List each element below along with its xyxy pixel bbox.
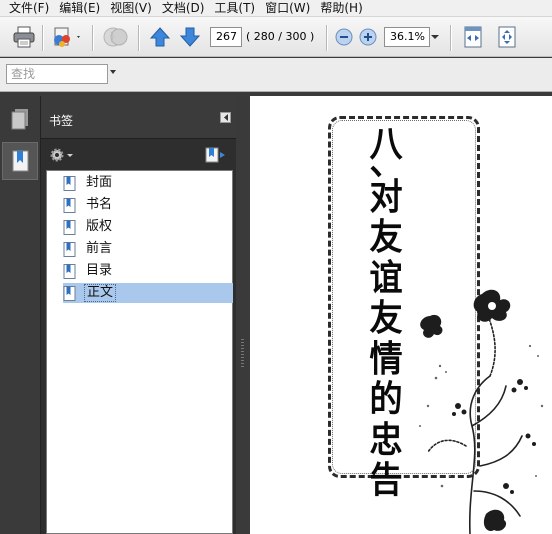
zoom-level-input[interactable]: 36.1% — [384, 27, 430, 47]
title-char: 谊 — [369, 256, 403, 299]
main-toolbar: 267 ( 280 / 300 ) 36.1% — [0, 17, 552, 57]
menu-window[interactable]: 窗口(W) — [260, 0, 315, 16]
bookmark-label: 前言 — [86, 241, 113, 256]
navigation-strip — [0, 92, 40, 534]
menu-edit[interactable]: 编辑(E) — [54, 0, 105, 16]
bookmarks-panel-button[interactable] — [2, 142, 38, 180]
find-bar: 查找 — [0, 58, 552, 92]
next-page-button[interactable] — [178, 25, 202, 49]
bookmark-icon — [63, 219, 76, 235]
arrow-up-icon — [149, 27, 171, 47]
title-char: 情 — [369, 337, 403, 380]
chapter-title: 八 、 对 友 谊 友 情 的 忠 告 — [356, 124, 416, 501]
bookmark-item[interactable]: 版权 — [63, 217, 114, 237]
bookmark-expand-icon — [205, 147, 225, 163]
bookmark-icon — [63, 263, 76, 279]
menu-help[interactable]: 帮助(H) — [315, 0, 367, 16]
bookmark-label: 书名 — [86, 197, 113, 212]
title-char: 友 — [369, 216, 403, 258]
toolbar-separator — [326, 25, 327, 51]
chevron-down-icon — [431, 35, 439, 39]
title-char: 的 — [369, 378, 403, 420]
bookmark-item[interactable]: 前言 — [63, 239, 114, 259]
zoom-in-icon — [359, 28, 377, 46]
title-char: 友 — [369, 297, 403, 339]
find-input[interactable]: 查找 — [6, 64, 108, 84]
zoom-out-icon — [335, 28, 353, 46]
bookmark-icon — [63, 285, 76, 301]
menu-document[interactable]: 文档(D) — [157, 0, 210, 16]
bookmark-item[interactable]: 书名 — [63, 195, 114, 215]
menu-tools[interactable]: 工具(T) — [209, 0, 260, 16]
full-screen-icon — [498, 26, 516, 48]
panel-splitter[interactable] — [236, 96, 250, 534]
fit-width-icon — [464, 26, 482, 48]
title-char: 对 — [369, 175, 403, 218]
title-char: 忠 — [369, 418, 403, 461]
bookmark-label: 目录 — [86, 263, 113, 278]
collaborate-button[interactable] — [48, 24, 84, 50]
splitter-grip[interactable] — [241, 339, 244, 367]
zoom-out-button[interactable] — [334, 27, 354, 47]
bookmark-icon — [63, 241, 76, 257]
bookmark-item-selected[interactable]: 正文 — [63, 283, 233, 303]
collapse-panel-button[interactable] — [220, 112, 231, 123]
bookmarks-panel: 书签 封面 书名 版权 前言 目录 正文 — [40, 96, 237, 534]
bookmark-label: 正文 — [84, 284, 117, 302]
title-char: 、 — [369, 140, 403, 183]
fit-width-button[interactable] — [460, 24, 486, 50]
page-count-label: ( 280 / 300 ) — [246, 30, 315, 43]
bookmark-item[interactable]: 目录 — [63, 261, 114, 281]
bookmark-icon — [63, 197, 76, 213]
globe-attach-icon — [103, 27, 128, 47]
bookmarks-icon — [12, 150, 29, 172]
expand-bookmark-button[interactable] — [203, 145, 227, 165]
previous-page-button[interactable] — [148, 25, 172, 49]
bookmark-label: 版权 — [86, 219, 113, 234]
bookmark-label: 封面 — [86, 175, 113, 190]
pages-panel-button[interactable] — [2, 100, 38, 138]
menu-view[interactable]: 视图(V) — [105, 0, 157, 16]
bookmark-tree: 封面 书名 版权 前言 目录 正文 — [46, 170, 233, 534]
floral-ornament — [419, 289, 544, 534]
options-menu-button[interactable] — [47, 146, 75, 164]
bookmarks-panel-title: 书签 — [49, 114, 74, 128]
menu-file[interactable]: 文件(F) — [4, 0, 54, 16]
toolbar-separator — [92, 25, 93, 51]
bookmark-icon — [63, 175, 76, 191]
bookmark-item[interactable]: 封面 — [63, 173, 114, 193]
print-button[interactable] — [10, 24, 38, 50]
gear-icon — [50, 148, 73, 162]
title-char: 告 — [369, 459, 403, 501]
toolbar-separator — [450, 25, 451, 51]
bookmarks-panel-header: 书签 — [41, 96, 237, 139]
zoom-in-button[interactable] — [358, 27, 378, 47]
pages-icon — [11, 109, 28, 130]
document-page: 八 、 对 友 谊 友 情 的 忠 告 — [250, 96, 552, 534]
arrow-down-icon — [179, 27, 201, 47]
find-options-chevron-icon[interactable] — [110, 70, 116, 74]
printer-icon — [13, 26, 35, 48]
full-screen-button[interactable] — [494, 24, 520, 50]
zoom-dropdown-button[interactable] — [430, 27, 440, 47]
menu-bar: 文件(F) 编辑(E) 视图(V) 文档(D) 工具(T) 窗口(W) 帮助(H… — [0, 0, 552, 17]
collaborate-icon — [54, 27, 80, 47]
bookmarks-toolbar — [41, 140, 237, 170]
toolbar-separator — [42, 25, 43, 51]
page-number-input[interactable]: 267 — [210, 27, 242, 47]
toolbar-separator — [138, 25, 139, 51]
attach-button[interactable] — [100, 23, 130, 51]
chevron-left-icon — [223, 114, 228, 121]
